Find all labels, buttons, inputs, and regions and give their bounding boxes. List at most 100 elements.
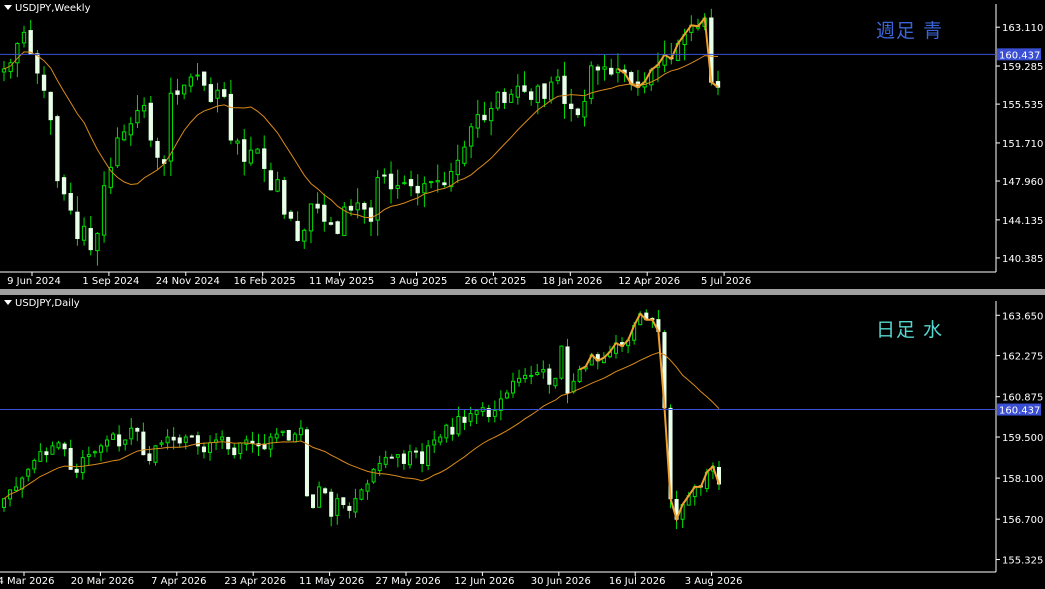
candle-body <box>569 103 574 110</box>
candle-body <box>26 468 31 477</box>
x-tick-label: 16 Feb 2025 <box>234 276 296 287</box>
candle-body <box>74 468 79 473</box>
candle-body <box>171 436 176 441</box>
candle-body <box>456 415 461 435</box>
candle-body <box>280 430 285 434</box>
candle-body <box>528 91 534 100</box>
candle-body <box>282 180 287 215</box>
candle-body <box>553 377 558 387</box>
candle-body <box>250 440 255 444</box>
candle-body <box>68 192 73 211</box>
candle-body <box>248 149 254 164</box>
dropdown-triangle-icon[interactable] <box>4 300 12 305</box>
y-tick-label: 156.700 <box>1002 515 1043 526</box>
candle-body <box>428 181 434 184</box>
candle-body <box>182 84 187 95</box>
candle-body <box>474 410 479 415</box>
candle-body <box>141 104 147 112</box>
candle-body <box>268 170 274 191</box>
candle-body <box>129 427 134 440</box>
candle-body <box>288 211 294 219</box>
candle-body <box>432 439 437 446</box>
candle-body <box>562 75 567 104</box>
dropdown-triangle-icon[interactable] <box>4 5 12 10</box>
y-tick-label: 163.650 <box>1002 311 1043 322</box>
candle-body <box>565 346 570 394</box>
candle-body <box>75 211 80 239</box>
candle-body <box>377 462 382 471</box>
candle-body <box>81 225 87 241</box>
weekly-chart-panel[interactable]: 163.110 159.285 155.535 151.710 147.960 144.1… <box>0 0 1045 289</box>
candle-body <box>255 148 260 154</box>
candle-body <box>244 439 249 445</box>
candle-body <box>28 30 33 55</box>
candle-body <box>368 207 374 222</box>
candle-body <box>189 435 194 438</box>
candle-body <box>547 368 552 385</box>
x-tick-label: 11 May 2025 <box>309 276 374 287</box>
y-tick-label: 155.535 <box>1002 100 1043 111</box>
candle-body <box>38 451 43 462</box>
moving-average-line <box>3 352 720 500</box>
candle-body <box>328 222 334 225</box>
x-tick-label: 27 May 2026 <box>375 576 440 587</box>
candle-body <box>292 433 297 443</box>
y-tick-label: 155.325 <box>1002 556 1043 567</box>
y-tick-label: 160.875 <box>1002 393 1043 404</box>
candle-body <box>359 489 364 500</box>
candle-body <box>468 126 474 147</box>
candle-body <box>117 434 122 447</box>
candle-body <box>498 398 503 411</box>
candle-body <box>559 345 564 379</box>
candle-body <box>335 221 340 234</box>
candle-body <box>55 116 60 182</box>
x-tick-label: 16 Jul 2026 <box>609 576 666 587</box>
x-tick-label: 11 May 2026 <box>299 576 364 587</box>
candle-body <box>315 203 320 209</box>
candle-body <box>549 81 554 101</box>
y-tick-label: 140.385 <box>1002 254 1043 265</box>
candle-body <box>535 371 540 376</box>
candle-body <box>462 146 467 164</box>
candle-body <box>148 102 153 141</box>
candle-body <box>504 392 509 399</box>
daily-chart-panel[interactable]: 163.650 162.275 160.875 159.500 158.100 156.7… <box>0 295 1045 589</box>
weekly-annotation: 週足 青 <box>876 20 944 42</box>
candle-body <box>295 220 300 242</box>
daily-symbol-label: USDJPY,Daily <box>4 298 80 309</box>
candle-body <box>515 85 520 98</box>
candle-body <box>415 185 420 194</box>
candle-body <box>220 436 225 441</box>
y-tick-label: 163.110 <box>1002 23 1043 34</box>
candle-body <box>475 114 480 129</box>
x-tick-label: 1 Sep 2024 <box>82 276 139 287</box>
candle-body <box>341 497 346 506</box>
x-tick-label: 26 Oct 2025 <box>464 276 526 287</box>
candle-body <box>420 451 425 464</box>
candle-body <box>395 454 400 458</box>
x-tick-label: 4 Mar 2026 <box>0 576 55 587</box>
y-tick-label: 159.285 <box>1002 62 1043 73</box>
candle-body <box>365 483 370 492</box>
x-tick-label: 12 Jun 2026 <box>454 576 514 587</box>
weekly-chart-svg[interactable]: 163.110 159.285 155.535 151.710 147.960 144.1… <box>0 0 1045 289</box>
x-tick-label: 9 Jun 2024 <box>7 276 61 287</box>
candle-body <box>121 131 127 141</box>
candle-body <box>286 430 291 441</box>
candle-body <box>308 203 314 232</box>
x-tick-label: 20 Mar 2026 <box>71 576 134 587</box>
x-tick-label: 23 Apr 2026 <box>224 576 286 587</box>
candle-body <box>302 229 307 242</box>
candle-body <box>555 76 561 82</box>
x-tick-label: 24 Nov 2024 <box>156 276 220 287</box>
y-tick-label: 151.710 <box>1002 139 1043 150</box>
y-tick-label: 147.960 <box>1002 177 1043 188</box>
candle-body <box>609 67 614 75</box>
candle-body <box>488 108 494 122</box>
candle-body <box>383 457 388 465</box>
y-tick-label: 158.100 <box>1002 474 1043 485</box>
candle-body <box>1 498 7 508</box>
y-tick-label: 144.135 <box>1002 216 1043 227</box>
candle-body <box>159 442 164 445</box>
candle-body <box>435 180 440 183</box>
